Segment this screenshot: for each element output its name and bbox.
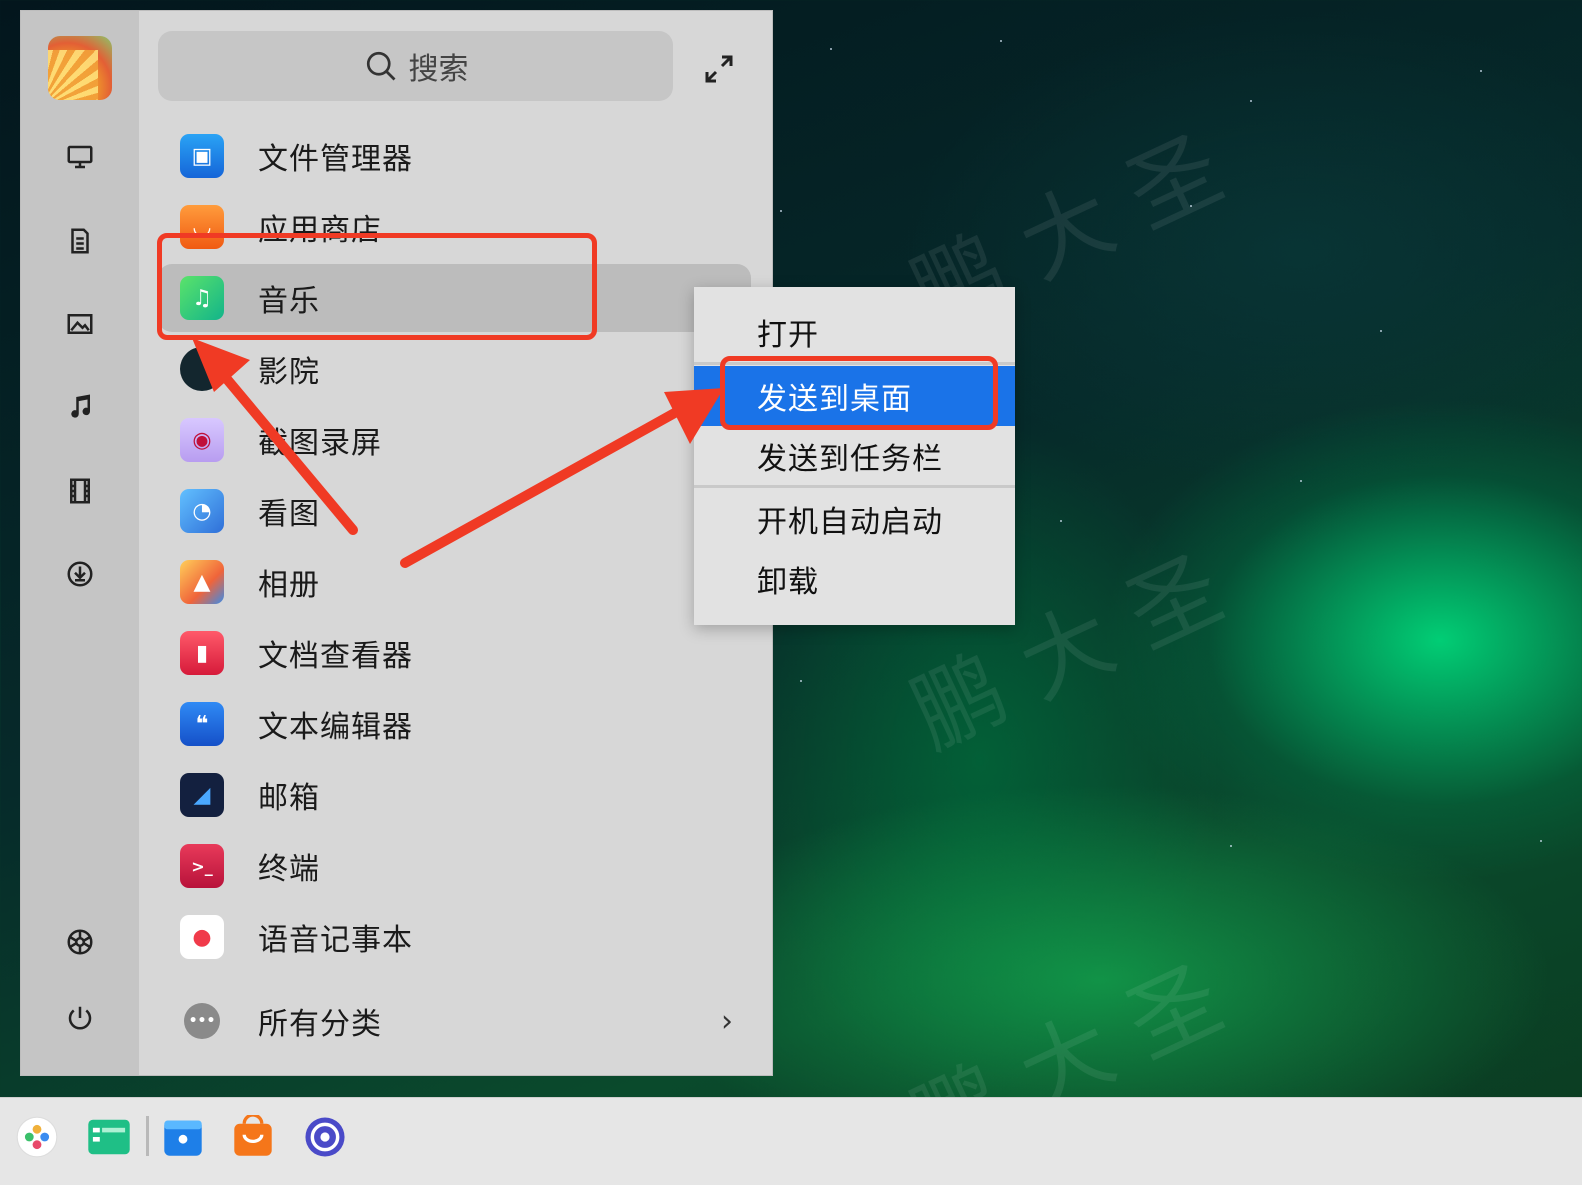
computer-icon[interactable] [61, 138, 99, 176]
power-icon[interactable] [61, 999, 99, 1037]
multitask-icon[interactable] [84, 1112, 134, 1162]
all-categories-item[interactable]: ••• 所有分类 › [158, 987, 751, 1055]
side-rail [21, 11, 139, 1075]
app-label: 相册 [258, 568, 320, 603]
video-icon[interactable] [61, 472, 99, 510]
taskbar-divider [146, 1116, 149, 1156]
app-label: 文档查看器 [258, 639, 413, 674]
user-avatar[interactable] [48, 36, 112, 100]
document-viewer-icon: ▮ [180, 631, 224, 675]
screenshot-icon: ◉ [180, 418, 224, 462]
expand-icon[interactable] [701, 51, 737, 87]
menu-item-open[interactable]: 打开 [694, 302, 1015, 362]
voice-note-icon: ● [180, 915, 224, 959]
settings-icon[interactable] [300, 1112, 350, 1162]
app-item-file-manager[interactable]: ▣ 文件管理器 [158, 122, 751, 190]
settings-icon[interactable] [61, 923, 99, 961]
app-item-album[interactable]: ▲ 相册 [158, 548, 751, 616]
app-label: 语音记事本 [258, 923, 413, 958]
search-icon [366, 51, 395, 81]
app-label: 所有分类 [258, 1007, 382, 1042]
launcher-icon[interactable] [12, 1112, 62, 1162]
search-input[interactable]: 搜索 [158, 31, 673, 101]
app-item-text-editor[interactable]: ❝ 文本编辑器 [158, 690, 751, 758]
context-menu: 打开 发送到桌面 发送到任务栏 开机自动启动 卸载 [694, 287, 1015, 625]
image-viewer-icon: ◔ [180, 489, 224, 533]
more-icon: ••• [184, 1003, 220, 1039]
app-item-screenshot[interactable]: ◉ 截图录屏 [158, 406, 751, 474]
taskbar [0, 1097, 1582, 1185]
app-item-terminal[interactable]: >_ 终端 [158, 832, 751, 900]
picture-icon[interactable] [61, 305, 99, 343]
app-label: 文件管理器 [258, 142, 413, 177]
cinema-icon [180, 347, 224, 391]
app-item-image-viewer[interactable]: ◔ 看图 [158, 477, 751, 545]
text-editor-icon: ❝ [180, 702, 224, 746]
app-label: 看图 [258, 497, 320, 532]
terminal-icon: >_ [180, 844, 224, 888]
menu-divider [694, 485, 1015, 488]
app-item-cinema[interactable]: 影院 [158, 335, 751, 403]
menu-item-autostart[interactable]: 开机自动启动 [694, 489, 1015, 549]
file-manager-icon[interactable] [158, 1112, 208, 1162]
app-label: 文本编辑器 [258, 710, 413, 745]
app-label: 邮箱 [258, 781, 320, 816]
app-label: 影院 [258, 355, 320, 390]
app-item-voice-note[interactable]: ● 语音记事本 [158, 903, 751, 971]
document-icon[interactable] [61, 222, 99, 260]
search-placeholder: 搜索 [408, 52, 469, 87]
highlight-box-send-to-desktop [720, 356, 998, 430]
highlight-box-music [157, 233, 597, 340]
chevron-right-icon: › [721, 1003, 733, 1039]
menu-item-uninstall[interactable]: 卸载 [694, 549, 1015, 609]
app-store-icon[interactable] [228, 1112, 278, 1162]
file-manager-icon: ▣ [180, 134, 224, 178]
app-label: 截图录屏 [258, 426, 382, 461]
app-item-mail[interactable]: ◢ 邮箱 [158, 761, 751, 829]
app-label: 终端 [258, 852, 320, 887]
album-icon: ▲ [180, 560, 224, 604]
music-icon[interactable] [61, 388, 99, 426]
download-icon[interactable] [61, 555, 99, 593]
start-menu: 搜索 ▣ 文件管理器 ◡ 应用商店 ♫ 音乐 影院 ◉ 截图录屏 ◔ 看图 ▲ … [20, 10, 773, 1076]
menu-item-send-to-taskbar[interactable]: 发送到任务栏 [694, 426, 1015, 486]
mail-icon: ◢ [180, 773, 224, 817]
app-item-document-viewer[interactable]: ▮ 文档查看器 [158, 619, 751, 687]
